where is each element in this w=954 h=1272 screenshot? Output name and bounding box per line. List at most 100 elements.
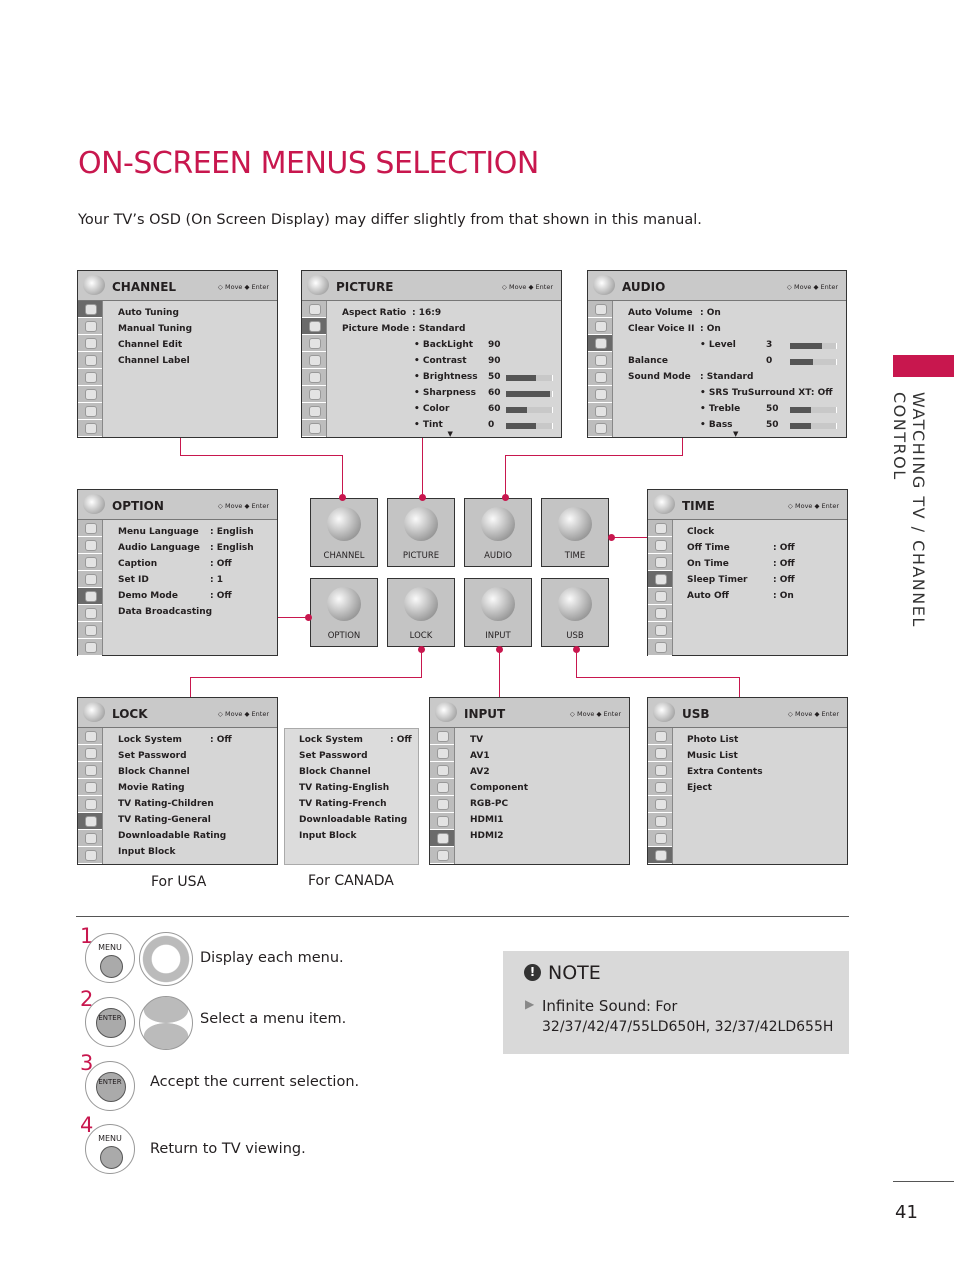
channel-icon[interactable]: [430, 728, 454, 745]
menu-item[interactable]: HDMI1: [470, 815, 504, 825]
option-icon[interactable]: [588, 369, 612, 386]
menu-item[interactable]: Sleep Timer: [687, 575, 748, 585]
menu-item[interactable]: Manual Tuning: [118, 324, 192, 334]
value-bar[interactable]: [506, 407, 553, 413]
audio-icon[interactable]: [78, 762, 102, 779]
enter-button[interactable]: ENTER: [85, 997, 135, 1047]
menu-item[interactable]: AV1: [470, 751, 490, 761]
usb-icon[interactable]: [78, 847, 102, 864]
menu-item[interactable]: Balance: [628, 356, 668, 366]
picture-icon[interactable]: [78, 745, 102, 762]
menu-item[interactable]: • Bass: [700, 420, 733, 430]
usb-icon[interactable]: [78, 420, 102, 437]
menu-tile-channel[interactable]: CHANNEL: [310, 498, 378, 567]
menu-item[interactable]: Extra Contents: [687, 767, 763, 777]
menu-item[interactable]: TV: [470, 735, 483, 745]
menu-item[interactable]: Audio Language: [118, 543, 200, 553]
lock-icon[interactable]: [302, 386, 326, 403]
menu-item[interactable]: Channel Label: [118, 356, 190, 366]
option-icon[interactable]: [78, 369, 102, 386]
input-icon[interactable]: [302, 403, 326, 420]
menu-item[interactable]: RGB-PC: [470, 799, 508, 809]
input-icon[interactable]: [78, 622, 102, 639]
value-bar[interactable]: [506, 391, 553, 397]
time-icon[interactable]: [78, 779, 102, 796]
menu-item[interactable]: • Contrast: [414, 356, 467, 366]
input-icon[interactable]: [588, 403, 612, 420]
menu-item[interactable]: TV Rating-French: [299, 799, 386, 809]
input-icon[interactable]: [648, 622, 672, 639]
menu-item[interactable]: • Level: [700, 340, 736, 350]
menu-tile-lock[interactable]: LOCK: [387, 578, 455, 647]
channel-icon[interactable]: [588, 301, 612, 318]
menu-item[interactable]: Picture Mode: [342, 324, 409, 334]
scroll-down-arrow-icon[interactable]: ▼: [448, 430, 453, 438]
audio-icon[interactable]: [648, 762, 672, 779]
usb-icon[interactable]: [588, 420, 612, 437]
menu-item[interactable]: Channel Edit: [118, 340, 182, 350]
menu-item[interactable]: Input Block: [118, 847, 176, 857]
menu-tile-option[interactable]: OPTION: [310, 578, 378, 647]
menu-item[interactable]: Photo List: [687, 735, 738, 745]
menu-item[interactable]: Aspect Ratio: [342, 308, 406, 318]
audio-icon[interactable]: [648, 554, 672, 571]
up-down-arrows-icon[interactable]: [139, 996, 193, 1050]
picture-icon[interactable]: [302, 318, 326, 335]
value-bar[interactable]: [790, 423, 837, 429]
channel-icon[interactable]: [78, 728, 102, 745]
menu-item[interactable]: On Time: [687, 559, 729, 569]
audio-icon[interactable]: [430, 762, 454, 779]
input-icon[interactable]: [430, 830, 454, 847]
picture-icon[interactable]: [648, 537, 672, 554]
time-icon[interactable]: [648, 779, 672, 796]
menu-item[interactable]: Demo Mode: [118, 591, 178, 601]
menu-item[interactable]: Auto Volume: [628, 308, 693, 318]
menu-item[interactable]: Downloadable Rating: [299, 815, 407, 825]
scroll-down-arrow-icon[interactable]: ▼: [733, 430, 738, 438]
menu-item[interactable]: Sound Mode: [628, 372, 691, 382]
time-icon[interactable]: [648, 571, 672, 588]
option-icon[interactable]: [648, 796, 672, 813]
time-icon[interactable]: [588, 352, 612, 369]
menu-item[interactable]: Set Password: [118, 751, 187, 761]
menu-item[interactable]: Component: [470, 783, 528, 793]
input-icon[interactable]: [648, 830, 672, 847]
time-icon[interactable]: [302, 352, 326, 369]
menu-item[interactable]: Input Block: [299, 831, 357, 841]
value-bar[interactable]: [790, 359, 837, 365]
menu-item[interactable]: TV Rating-English: [299, 783, 389, 793]
option-icon[interactable]: [78, 796, 102, 813]
menu-item[interactable]: TV Rating-General: [118, 815, 211, 825]
menu-item[interactable]: AV2: [470, 767, 490, 777]
menu-item[interactable]: Lock System: [299, 735, 363, 745]
time-icon[interactable]: [430, 779, 454, 796]
menu-item[interactable]: Clock: [687, 527, 714, 537]
menu-tile-usb[interactable]: USB: [541, 578, 609, 647]
usb-icon[interactable]: [648, 639, 672, 656]
menu-tile-picture[interactable]: PICTURE: [387, 498, 455, 567]
picture-icon[interactable]: [430, 745, 454, 762]
menu-item[interactable]: • Treble: [700, 404, 740, 414]
menu-item[interactable]: • Color: [414, 404, 449, 414]
picture-icon[interactable]: [78, 318, 102, 335]
menu-button[interactable]: MENU: [85, 1124, 135, 1174]
menu-item[interactable]: Block Channel: [299, 767, 371, 777]
channel-icon[interactable]: [302, 301, 326, 318]
menu-item[interactable]: Auto Tuning: [118, 308, 179, 318]
menu-item[interactable]: Clear Voice II: [628, 324, 694, 334]
channel-icon[interactable]: [648, 520, 672, 537]
audio-icon[interactable]: [78, 554, 102, 571]
menu-item[interactable]: Menu Language: [118, 527, 199, 537]
time-icon[interactable]: [78, 571, 102, 588]
menu-item[interactable]: HDMI2: [470, 831, 504, 841]
option-icon[interactable]: [430, 796, 454, 813]
audio-icon[interactable]: [588, 335, 612, 352]
menu-item[interactable]: Auto Off: [687, 591, 729, 601]
usb-icon[interactable]: [648, 847, 672, 864]
menu-tile-time[interactable]: TIME: [541, 498, 609, 567]
menu-item[interactable]: Lock System: [118, 735, 182, 745]
audio-icon[interactable]: [78, 335, 102, 352]
picture-icon[interactable]: [588, 318, 612, 335]
option-icon[interactable]: [648, 588, 672, 605]
menu-tile-input[interactable]: INPUT: [464, 578, 532, 647]
